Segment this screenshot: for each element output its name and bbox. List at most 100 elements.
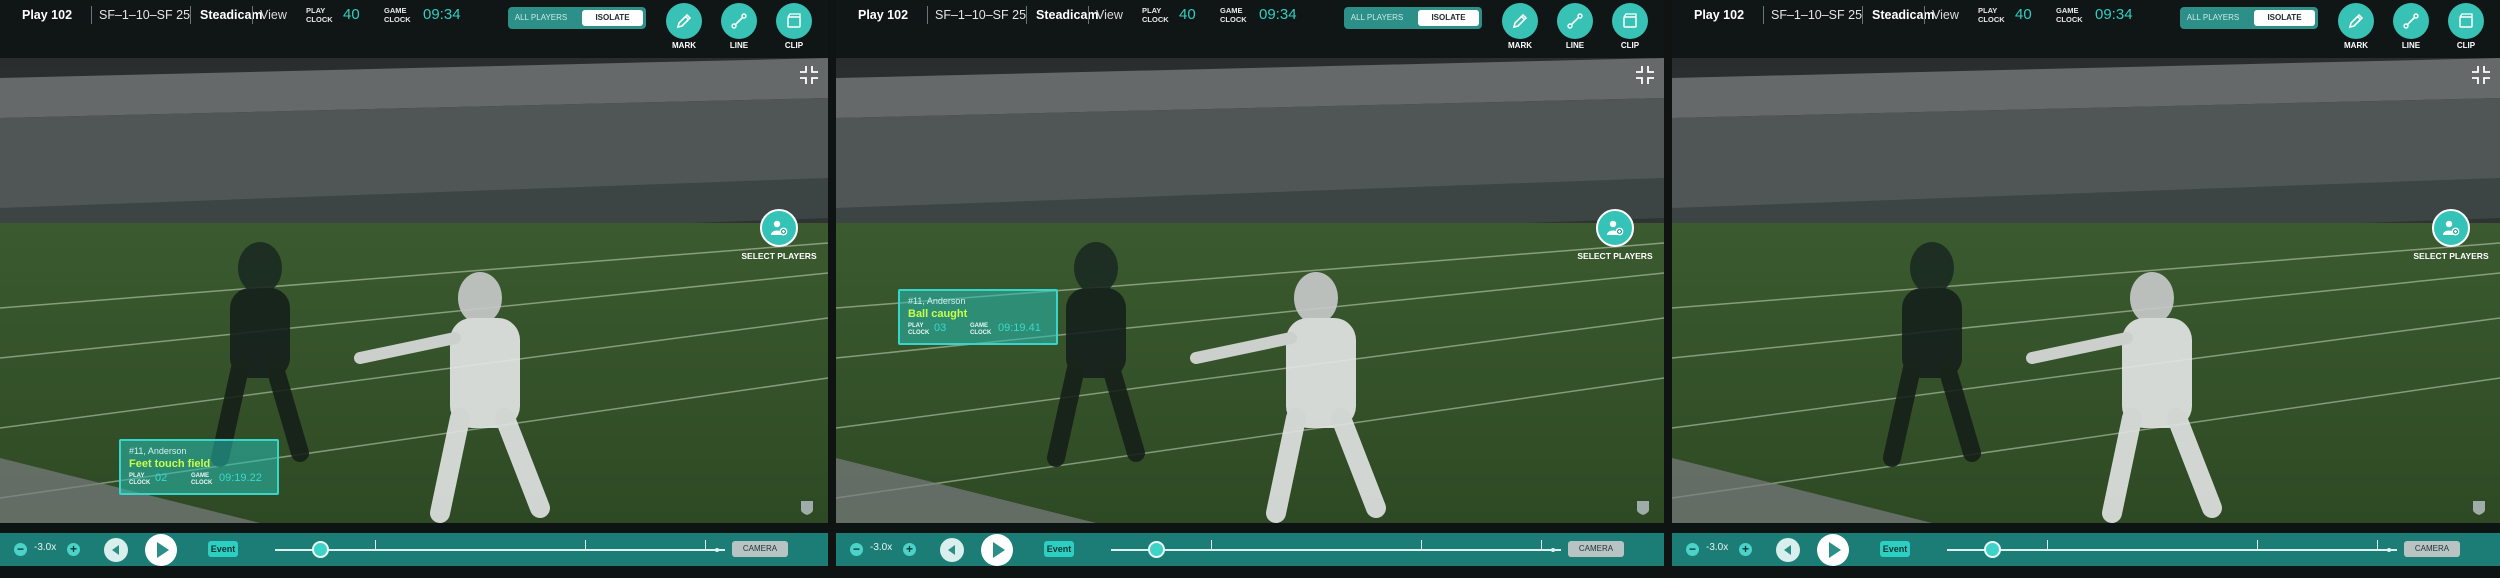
playback-speed: -3.0x <box>870 542 893 553</box>
select-players-button[interactable] <box>760 209 798 247</box>
event-callout: #11, Anderson Feet touch field PLAY CLOC… <box>119 439 279 495</box>
zoom-in-icon[interactable]: + <box>1739 543 1752 556</box>
event-button[interactable]: Event <box>1044 541 1074 557</box>
timeline-track[interactable] <box>1947 540 2397 558</box>
line-label: LINE <box>2401 41 2421 50</box>
mark-label: MARK <box>672 41 696 50</box>
clip-icon <box>1623 13 1637 28</box>
pencil-icon <box>676 13 692 29</box>
view-menu[interactable]: View <box>1932 8 1959 22</box>
users-icon <box>2443 220 2460 236</box>
mark-button[interactable] <box>1502 3 1538 39</box>
mark-button[interactable] <box>2338 3 2374 39</box>
callout-play-clock-value: 03 <box>934 322 947 334</box>
clip-button[interactable] <box>2448 3 2484 39</box>
line-tool-icon <box>731 13 747 29</box>
all-players-option[interactable]: ALL PLAYERS <box>2183 10 2243 26</box>
camera-name[interactable]: Steadicam <box>1872 8 1935 22</box>
select-players-button[interactable] <box>1596 209 1634 247</box>
divider <box>1862 6 1863 24</box>
collapse-icon[interactable] <box>1634 64 1656 86</box>
line-label: LINE <box>729 41 749 50</box>
event-button[interactable]: Event <box>208 541 238 557</box>
camera-name[interactable]: Steadicam <box>200 8 263 22</box>
rewind-icon <box>948 545 955 555</box>
game-clock-value: 09:34 <box>2095 6 2133 23</box>
timeline-handle[interactable] <box>1984 541 2001 558</box>
pencil-icon <box>1512 13 1528 29</box>
timeline-track[interactable] <box>1111 540 1561 558</box>
view-menu[interactable]: View <box>260 8 287 22</box>
callout-play-clock-label: PLAY CLOCK <box>129 473 151 486</box>
timeline-handle[interactable] <box>312 541 329 558</box>
zoom-in-icon[interactable]: + <box>903 543 916 556</box>
play-icon <box>1829 542 1841 558</box>
all-players-option[interactable]: ALL PLAYERS <box>1347 10 1407 26</box>
zoom-in-icon[interactable]: + <box>67 543 80 556</box>
control-bar: − -3.0x + Event CAMERA <box>1672 533 2500 566</box>
clip-button[interactable] <box>776 3 812 39</box>
zoom-out-icon[interactable]: − <box>14 543 27 556</box>
collapse-icon[interactable] <box>798 64 820 86</box>
timeline-marker <box>375 540 376 551</box>
clip-button[interactable] <box>1612 3 1648 39</box>
timeline-handle[interactable] <box>1148 541 1165 558</box>
game-clock-label: GAME CLOCK <box>384 6 411 24</box>
line-button[interactable] <box>2393 3 2429 39</box>
divider <box>1088 6 1089 24</box>
isolate-option[interactable]: ISOLATE <box>582 10 643 26</box>
player-filter-toggle: ALL PLAYERS ISOLATE <box>2180 7 2318 29</box>
play-clock-value: 40 <box>343 6 360 23</box>
select-players-button[interactable] <box>2432 209 2470 247</box>
play-clock-label: PLAY CLOCK <box>1978 6 2005 24</box>
all-players-option[interactable]: ALL PLAYERS <box>511 10 571 26</box>
line-button[interactable] <box>1557 3 1593 39</box>
rewind-icon <box>112 545 119 555</box>
camera-name[interactable]: Steadicam <box>1036 8 1099 22</box>
top-bar: Play 102 SF–1–10–SF 25 Steadicam View PL… <box>836 0 1664 58</box>
camera-button[interactable]: CAMERA <box>1568 541 1624 557</box>
collapse-icon[interactable] <box>2470 64 2492 86</box>
rewind-button[interactable] <box>104 538 128 562</box>
clip-icon <box>787 13 801 28</box>
play-info: SF–1–10–SF 25 <box>935 8 1027 22</box>
divider <box>1026 6 1027 24</box>
play-button[interactable] <box>1817 534 1849 566</box>
mark-button[interactable] <box>666 3 702 39</box>
callout-game-clock-value: 09:19.22 <box>219 472 262 484</box>
camera-button[interactable]: CAMERA <box>2404 541 2460 557</box>
play-button[interactable] <box>145 534 177 566</box>
video-panel-1: Play 102 SF–1–10–SF 25 Steadicam View PL… <box>0 0 828 578</box>
line-tool-icon <box>2403 13 2419 29</box>
control-bar: − -3.0x + Event CAMERA <box>836 533 1664 566</box>
video-panel-2: Play 102 SF–1–10–SF 25 Steadicam View PL… <box>836 0 1664 578</box>
timeline-marker <box>1551 548 1555 552</box>
clip-label: CLIP <box>784 41 804 50</box>
zoom-out-icon[interactable]: − <box>1686 543 1699 556</box>
top-bar: Play 102 SF–1–10–SF 25 Steadicam View PL… <box>1672 0 2500 58</box>
rewind-button[interactable] <box>1776 538 1800 562</box>
player-filter-toggle: ALL PLAYERS ISOLATE <box>1344 7 1482 29</box>
divider <box>1763 6 1764 24</box>
callout-player: #11, Anderson <box>908 296 966 306</box>
rewind-button[interactable] <box>940 538 964 562</box>
line-button[interactable] <box>721 3 757 39</box>
top-bar: Play 102 SF–1–10–SF 25 Steadicam View PL… <box>0 0 828 58</box>
camera-button[interactable]: CAMERA <box>732 541 788 557</box>
event-button[interactable]: Event <box>1880 541 1910 557</box>
view-menu[interactable]: View <box>1096 8 1123 22</box>
zoom-out-icon[interactable]: − <box>850 543 863 556</box>
play-title: Play 102 <box>1694 8 1745 22</box>
rewind-icon <box>1784 545 1791 555</box>
isolate-option[interactable]: ISOLATE <box>2254 10 2315 26</box>
player-filter-toggle: ALL PLAYERS ISOLATE <box>508 7 646 29</box>
play-button[interactable] <box>981 534 1013 566</box>
divider <box>927 6 928 24</box>
isolate-option[interactable]: ISOLATE <box>1418 10 1479 26</box>
play-clock-label: PLAY CLOCK <box>1142 6 1169 24</box>
play-icon <box>993 542 1005 558</box>
video-frame[interactable] <box>1672 58 2500 523</box>
timeline-track[interactable] <box>275 540 725 558</box>
callout-game-clock-label: GAME CLOCK <box>191 473 213 486</box>
select-players-label: SELECT PLAYERS <box>1577 251 1653 261</box>
